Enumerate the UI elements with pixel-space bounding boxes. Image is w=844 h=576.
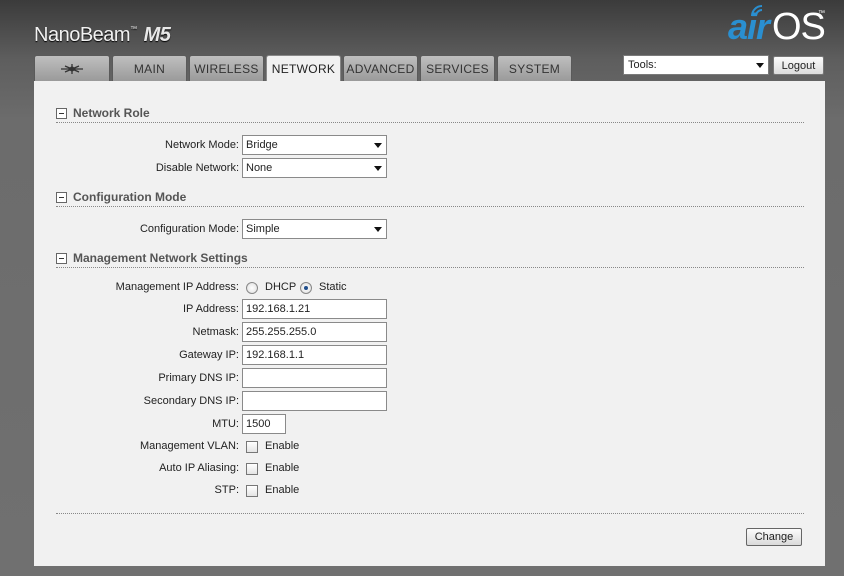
section-management-network[interactable]: Management Network Settings xyxy=(56,250,248,266)
secondary-dns-label: Secondary DNS IP: xyxy=(143,395,239,407)
divider xyxy=(56,206,804,207)
tab-main[interactable]: MAIN xyxy=(112,55,187,81)
tab-services[interactable]: SERVICES xyxy=(420,55,495,81)
auto-ip-aliasing-checkbox[interactable] xyxy=(246,463,258,475)
chevron-down-icon xyxy=(374,166,382,171)
section-configuration-mode[interactable]: Configuration Mode xyxy=(56,189,186,205)
gateway-ip-field[interactable]: 192.168.1.1 xyxy=(242,345,387,365)
primary-dns-label: Primary DNS IP: xyxy=(158,372,239,384)
configuration-mode-value: Simple xyxy=(246,223,280,235)
stp-checkbox[interactable] xyxy=(246,485,258,497)
disable-network-label: Disable Network: xyxy=(155,162,239,174)
section-title-configuration-mode: Configuration Mode xyxy=(73,190,187,204)
change-button[interactable]: Change xyxy=(746,528,802,546)
divider xyxy=(56,122,804,123)
mtu-label: MTU: xyxy=(212,418,239,430)
logo-trademark: ™ xyxy=(818,10,825,17)
primary-dns-field[interactable] xyxy=(242,368,387,388)
management-vlan-label: Management VLAN: xyxy=(139,440,239,452)
ip-address-field[interactable]: 192.168.1.21 xyxy=(242,299,387,319)
dhcp-radio[interactable] xyxy=(246,282,258,294)
configuration-mode-select[interactable]: Simple xyxy=(242,219,387,239)
section-network-role[interactable]: Network Role xyxy=(56,105,150,121)
device-name: NanoBeam™ M5 xyxy=(34,24,171,47)
gateway-ip-label: Gateway IP: xyxy=(179,349,239,361)
collapse-icon[interactable] xyxy=(56,252,67,264)
stp-enable-label: Enable xyxy=(265,484,300,496)
netmask-field[interactable]: 255.255.255.0 xyxy=(242,322,387,342)
divider xyxy=(56,267,804,268)
logo-air: air xyxy=(728,6,770,47)
section-title-network-role: Network Role xyxy=(73,106,150,120)
tools-value: Tools: xyxy=(628,59,657,71)
tools-dropdown[interactable]: Tools: xyxy=(623,55,769,75)
network-mode-select[interactable]: Bridge xyxy=(242,135,387,155)
collapse-icon[interactable] xyxy=(56,107,67,119)
network-mode-label: Network Mode: xyxy=(165,139,239,151)
tab-ubiquiti[interactable] xyxy=(34,55,110,81)
network-mode-value: Bridge xyxy=(246,139,278,151)
tab-wireless[interactable]: WIRELESS xyxy=(189,55,264,81)
stp-label: STP: xyxy=(214,484,239,496)
divider xyxy=(56,513,804,514)
tab-advanced[interactable]: ADVANCED xyxy=(343,55,418,81)
ubiquiti-logo-icon xyxy=(61,63,83,74)
management-vlan-checkbox[interactable] xyxy=(246,441,258,453)
disable-network-select[interactable]: None xyxy=(242,158,387,178)
dhcp-label: DHCP xyxy=(265,281,297,293)
disable-network-value: None xyxy=(246,162,273,174)
static-radio[interactable] xyxy=(300,282,312,294)
brand-model: M5 xyxy=(143,24,171,46)
airos-logo: air OS ™ xyxy=(728,4,838,48)
chevron-down-icon xyxy=(374,143,382,148)
mtu-field[interactable]: 1500 xyxy=(242,414,286,434)
collapse-icon[interactable] xyxy=(56,191,67,203)
brand-trademark: ™ xyxy=(130,26,137,33)
tab-system[interactable]: SYSTEM xyxy=(497,55,572,81)
chevron-down-icon xyxy=(374,227,382,232)
secondary-dns-field[interactable] xyxy=(242,391,387,411)
network-settings-panel: Network Role Network Mode: Bridge Disabl… xyxy=(34,81,825,566)
static-label: Static xyxy=(319,281,347,293)
tab-network[interactable]: NETWORK xyxy=(266,55,341,82)
ip-address-label: IP Address: xyxy=(182,303,239,315)
section-title-management: Management Network Settings xyxy=(73,251,248,265)
management-vlan-enable-label: Enable xyxy=(265,440,300,452)
logo-os: OS xyxy=(772,6,826,48)
configuration-mode-label: Configuration Mode: xyxy=(139,223,239,235)
auto-ip-aliasing-label: Auto IP Aliasing: xyxy=(159,462,239,474)
logout-button[interactable]: Logout xyxy=(773,56,824,75)
auto-ip-aliasing-enable-label: Enable xyxy=(265,462,300,474)
chevron-down-icon xyxy=(756,63,764,68)
netmask-label: Netmask: xyxy=(192,326,239,338)
brand-name: NanoBeam xyxy=(34,24,131,46)
management-ip-label: Management IP Address: xyxy=(115,281,239,293)
